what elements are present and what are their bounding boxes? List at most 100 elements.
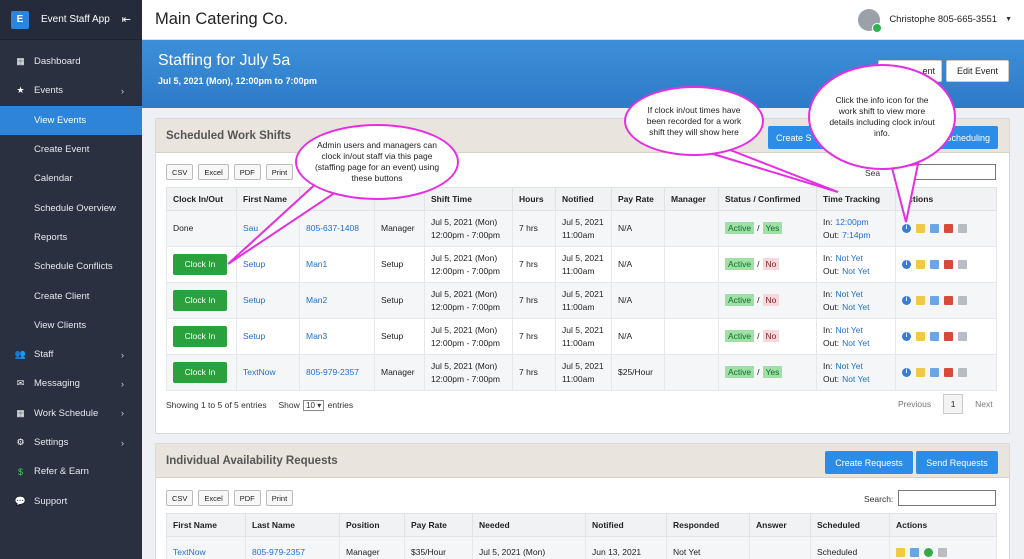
column-header[interactable]: Position (339, 513, 405, 537)
info-icon[interactable]: i (902, 296, 911, 305)
first-name-cell[interactable]: Setup (236, 282, 300, 319)
export-print-button[interactable]: Print (265, 164, 294, 180)
sidebar-item-create-client[interactable]: Create Client (0, 281, 142, 310)
calendar-icon[interactable] (944, 296, 953, 305)
copy-icon[interactable] (958, 296, 967, 305)
calendar-icon[interactable] (944, 368, 953, 377)
copy-icon[interactable] (938, 548, 947, 557)
info-icon[interactable]: i (902, 332, 911, 341)
sidebar-item-schedule-overview[interactable]: Schedule Overview (0, 193, 142, 222)
out-value[interactable]: Not Yet (842, 302, 869, 312)
copy-icon[interactable] (958, 260, 967, 269)
send-requests-button[interactable]: Send Requests (916, 451, 998, 474)
sidebar-item-reports[interactable]: Reports (0, 223, 142, 252)
column-header[interactable]: Hours (512, 187, 556, 211)
chevron-down-icon[interactable]: ▼ (1005, 16, 1012, 23)
page-length-select[interactable]: 10 ▾ (303, 400, 325, 411)
mail-icon[interactable] (930, 296, 939, 305)
mail-icon[interactable] (930, 368, 939, 377)
first-name-link[interactable]: Sau (243, 223, 258, 233)
sidebar-item-dashboard[interactable]: ▦ Dashboard (0, 47, 142, 76)
info-icon[interactable]: i (902, 368, 911, 377)
edit-icon[interactable] (896, 548, 905, 557)
sidebar-item-support[interactable]: 💬 Support (0, 486, 142, 515)
edit-icon[interactable] (916, 224, 925, 233)
column-header[interactable]: First Name (236, 187, 300, 211)
clock-in-button[interactable]: Clock In (173, 326, 227, 347)
copy-icon[interactable] (958, 332, 967, 341)
column-header[interactable]: Pay Rate (404, 513, 473, 537)
last-name-link[interactable]: 805-979-2357 (252, 547, 305, 557)
previous-page[interactable]: Previous (898, 399, 931, 409)
column-header[interactable]: Manager (664, 187, 719, 211)
last-name-link[interactable]: 805-637-1408 (306, 223, 359, 233)
first-name-cell[interactable]: TextNow (236, 354, 300, 391)
copy-icon[interactable] (958, 368, 967, 377)
export-csv-button[interactable]: CSV (166, 164, 194, 180)
clock-in-button[interactable]: Clock In (173, 362, 227, 383)
sidebar-item-staff[interactable]: 👥 Staff › (0, 340, 142, 369)
sidebar-item-refer-earn[interactable]: $ Refer & Earn (0, 457, 142, 486)
export-print-button[interactable]: Print (265, 490, 294, 506)
last-name-link[interactable]: Man2 (306, 295, 327, 305)
column-header[interactable]: Last Name (245, 513, 340, 537)
export-pdf-button[interactable]: PDF (233, 490, 261, 506)
edit-event-button[interactable]: Edit Event (946, 60, 1009, 82)
last-name-cell[interactable]: 805-979-2357 (299, 354, 375, 391)
column-header[interactable]: Time Tracking (816, 187, 896, 211)
last-name-cell[interactable]: Man1 (299, 246, 375, 283)
next-page[interactable]: Next (975, 399, 992, 409)
edit-icon[interactable] (916, 332, 925, 341)
sidebar-item-view-events[interactable]: View Events (0, 105, 142, 135)
copy-icon[interactable] (958, 224, 967, 233)
collapse-icon[interactable]: ⇤ (122, 13, 131, 26)
in-value[interactable]: Not Yet (835, 361, 862, 371)
column-header[interactable]: Actions (889, 513, 997, 537)
column-header[interactable]: Shift Time (424, 187, 513, 211)
in-value[interactable]: 12:00pm (835, 217, 868, 227)
in-value[interactable]: Not Yet (835, 253, 862, 263)
first-name-cell[interactable]: Sau (236, 210, 300, 247)
export-csv-button[interactable]: CSV (166, 490, 194, 506)
column-header[interactable]: Notified (585, 513, 667, 537)
first-name-link[interactable]: Setup (243, 331, 265, 341)
out-value[interactable]: Not Yet (842, 374, 869, 384)
last-name-link[interactable]: Man3 (306, 331, 327, 341)
in-value[interactable]: Not Yet (835, 289, 862, 299)
search-input[interactable] (898, 490, 996, 506)
first-name-cell[interactable]: TextNow (166, 536, 246, 559)
last-name-cell[interactable]: 805-637-1408 (299, 210, 375, 247)
export-excel-button[interactable]: Excel (198, 490, 229, 506)
sidebar-item-events[interactable]: ★ Events › (0, 76, 142, 105)
info-icon[interactable]: i (902, 260, 911, 269)
last-name-cell[interactable]: 805-979-2357 (245, 536, 340, 559)
sidebar-item-calendar[interactable]: Calendar (0, 164, 142, 193)
calendar-icon[interactable] (944, 224, 953, 233)
column-header[interactable]: Status / Confirmed (718, 187, 817, 211)
sidebar-item-settings[interactable]: ⚙ Settings › (0, 428, 142, 457)
calendar-icon[interactable] (944, 332, 953, 341)
create-requests-button[interactable]: Create Requests (825, 451, 913, 474)
column-header[interactable]: Scheduled (810, 513, 890, 537)
search-input[interactable] (900, 164, 996, 180)
column-header[interactable]: Answer (749, 513, 811, 537)
column-header[interactable]: Notified (555, 187, 612, 211)
clock-in-button[interactable]: Clock In (173, 290, 227, 311)
avatar[interactable] (858, 8, 883, 33)
add-icon[interactable] (924, 548, 933, 557)
first-name-link[interactable]: TextNow (173, 547, 206, 557)
first-name-cell[interactable]: Setup (236, 246, 300, 283)
last-name-link[interactable]: Man1 (306, 259, 327, 269)
column-header[interactable]: First Name (166, 513, 246, 537)
mail-icon[interactable] (930, 224, 939, 233)
user-name[interactable]: Christophe 805-665-3551 (889, 14, 997, 25)
sidebar-item-messaging[interactable]: ✉ Messaging › (0, 369, 142, 398)
column-header[interactable]: Pay Rate (611, 187, 665, 211)
edit-icon[interactable] (916, 296, 925, 305)
first-name-link[interactable]: TextNow (243, 367, 276, 377)
sidebar-item-schedule-conflicts[interactable]: Schedule Conflicts (0, 252, 142, 281)
last-name-cell[interactable]: Man2 (299, 282, 375, 319)
sidebar-item-work-schedule[interactable]: ▦ Work Schedule › (0, 399, 142, 428)
out-value[interactable]: Not Yet (842, 266, 869, 276)
edit-icon[interactable] (916, 260, 925, 269)
